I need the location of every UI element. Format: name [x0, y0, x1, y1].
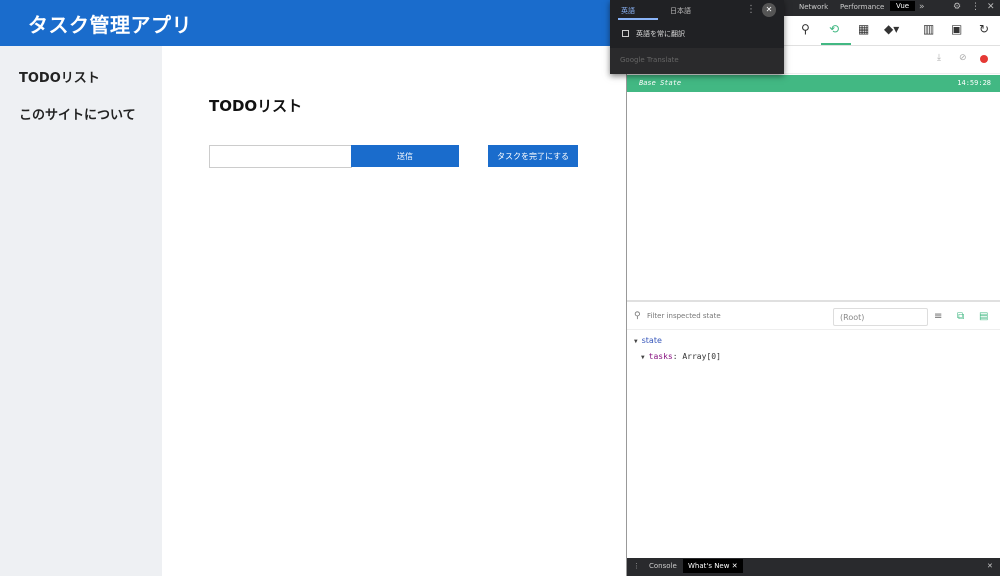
task-input[interactable]: [209, 145, 352, 168]
tab-vue[interactable]: Vue: [890, 1, 916, 11]
close-icon[interactable]: ✕: [987, 2, 995, 12]
complete-task-button[interactable]: タスクを完了にする: [488, 145, 578, 167]
settings-icon[interactable]: ▣: [951, 22, 962, 36]
active-tab-indicator: [821, 43, 851, 45]
search-icon: ⚲: [634, 311, 641, 321]
refresh-icon[interactable]: ↻: [979, 22, 989, 36]
active-tab-underline: [618, 18, 658, 20]
google-translate-label: Google Translate: [620, 56, 679, 64]
base-state-label: Base State: [639, 79, 682, 87]
caret-down-icon[interactable]: ▼: [634, 338, 638, 345]
tab-japanese[interactable]: 日本語: [670, 6, 691, 16]
app-header: タスク管理アプリ: [0, 0, 626, 46]
paste-icon[interactable]: ▤: [979, 311, 988, 322]
devtools-panel: Network Performance Vue » ⚙ ⋮ ✕ ⚲ ⟲ ▦ ◆▾…: [626, 0, 1000, 576]
root-selector[interactable]: (Root): [833, 308, 928, 326]
gear-icon[interactable]: ⚙: [953, 2, 961, 12]
filter-bar: ⚲ Filter inspected state (Root) ≡ ⧉ ▤: [627, 304, 1000, 330]
tree-row-tasks[interactable]: ▼ tasks: Array[0]: [641, 352, 721, 361]
tab-whats-new[interactable]: What's New ✕: [683, 559, 743, 573]
routing-icon[interactable]: ◆▾: [884, 22, 899, 36]
split-handle[interactable]: [627, 300, 1000, 302]
close-icon[interactable]: ✕: [762, 3, 776, 17]
sidebar-item-todo[interactable]: TODOリスト: [19, 67, 100, 86]
tasks-value: Array[0]: [682, 352, 721, 361]
kebab-menu-icon[interactable]: ⋮: [746, 4, 756, 15]
drawer-menu-icon[interactable]: ⋮: [633, 562, 640, 570]
caret-down-icon[interactable]: ▼: [641, 354, 645, 361]
sidebar-item-about[interactable]: このサイトについて: [19, 104, 136, 123]
kebab-menu-icon[interactable]: ⋮: [971, 2, 980, 12]
vuex-history-icon[interactable]: ⟲: [829, 22, 839, 36]
tab-network[interactable]: Network: [799, 3, 828, 11]
sidebar: TODOリスト このサイトについて: [0, 46, 162, 576]
base-state-row[interactable]: Base State 14:59:28: [627, 75, 1000, 92]
page-title: TODOリスト: [209, 97, 303, 115]
performance-icon[interactable]: ▥: [923, 22, 934, 36]
components-icon[interactable]: ⚲: [801, 22, 810, 36]
translate-footer: Google Translate: [610, 48, 784, 74]
tree-row-state[interactable]: ▼ state: [634, 336, 662, 345]
always-translate-label: 英語を常に翻訳: [636, 30, 685, 38]
clear-icon[interactable]: ⊘: [959, 53, 967, 63]
always-translate-checkbox[interactable]: [622, 30, 629, 37]
tab-performance[interactable]: Performance: [840, 3, 884, 11]
download-icon[interactable]: ⤓: [937, 53, 941, 63]
filter-input[interactable]: Filter inspected state: [647, 312, 721, 320]
send-button[interactable]: 送信: [351, 145, 459, 167]
translate-popup: 英語 日本語 ⋮ ✕ 英語を常に翻訳 Google Translate: [610, 0, 784, 74]
tab-console[interactable]: Console: [649, 562, 677, 570]
app-window: タスク管理アプリ TODOリスト このサイトについて TODOリスト 送信 タス…: [0, 0, 626, 576]
close-drawer-icon[interactable]: ✕: [987, 562, 993, 570]
copy-icon[interactable]: ⧉: [957, 311, 964, 322]
devtools-drawer: ⋮ Console What's New ✕ ✕: [627, 558, 1000, 576]
record-icon[interactable]: [980, 55, 988, 63]
tab-english[interactable]: 英語: [621, 6, 635, 16]
events-icon[interactable]: ▦: [858, 22, 869, 36]
more-tabs-icon[interactable]: »: [919, 2, 925, 12]
filter-list-icon[interactable]: ≡: [934, 311, 942, 322]
timestamp: 14:59:28: [957, 79, 991, 87]
app-title: タスク管理アプリ: [28, 13, 192, 37]
